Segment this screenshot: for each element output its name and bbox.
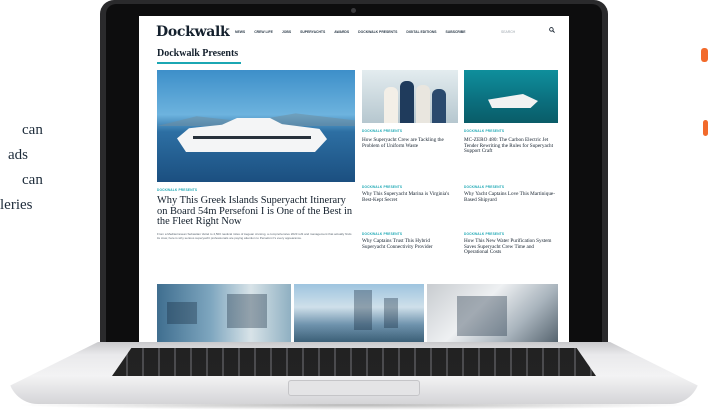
webcam-icon [351, 8, 356, 13]
nav-link-superyachts[interactable]: SUPERYACHTS [300, 30, 325, 34]
yacht-stripe [193, 136, 311, 139]
card-headline[interactable]: MC-ZERO 480: The Carbon Electric Jet Ten… [464, 137, 558, 155]
thumbnail-image[interactable] [157, 284, 291, 342]
card-kicker[interactable]: DOCKWALK PRESENTS [362, 185, 402, 189]
card-kicker[interactable]: DOCKWALK PRESENTS [464, 232, 504, 236]
tender-shape [488, 94, 538, 108]
side-text-line: ads [8, 147, 28, 163]
thumbnail-image[interactable] [294, 284, 424, 342]
person-shape [384, 87, 398, 123]
section-underline [157, 62, 241, 64]
card-image-tender[interactable] [464, 70, 558, 123]
main-nav: NEWS CREW LIFE JOBS SUPERYACHTS AWARDS D… [235, 30, 466, 34]
image-detail [354, 290, 372, 330]
hero-dek: From a Mediterranean Sebastian Vettel to… [157, 232, 352, 241]
card-kicker[interactable]: DOCKWALK PRESENTS [362, 129, 402, 133]
card-headline[interactable]: Why Captains Trust This Hybrid Superyach… [362, 238, 446, 250]
nav-link-digital-editions[interactable]: DIGITAL EDITIONS [406, 30, 436, 34]
nav-link-crew-life[interactable]: CREW LIFE [254, 30, 273, 34]
card-headline[interactable]: Why This Superyacht Marina is Virginia's… [362, 191, 458, 203]
search-icon[interactable] [549, 27, 555, 33]
nav-link-jobs[interactable]: JOBS [282, 30, 291, 34]
card-headline[interactable]: How Superyacht Crew are Tackling the Pro… [362, 137, 452, 149]
nav-link-subscribe[interactable]: SUBSCRIBE [446, 30, 466, 34]
card-kicker[interactable]: DOCKWALK PRESENTS [464, 129, 504, 133]
thumbnail-image[interactable] [427, 284, 558, 342]
laptop-screen: Dockwalk NEWS CREW LIFE JOBS SUPERYACHTS… [139, 16, 569, 342]
person-shape [432, 89, 446, 123]
section-title: Dockwalk Presents [157, 48, 239, 59]
person-shape [400, 81, 414, 123]
orange-decoration [701, 48, 708, 62]
card-headline[interactable]: Why Yacht Captains Love This Martinique-… [464, 191, 556, 203]
image-detail [167, 302, 197, 324]
nav-link-news[interactable]: NEWS [235, 30, 245, 34]
card-kicker[interactable]: DOCKWALK PRESENTS [362, 232, 402, 236]
laptop-keyboard [112, 348, 596, 376]
nav-link-dockwalk-presents[interactable]: DOCKWALK PRESENTS [358, 30, 397, 34]
card-kicker[interactable]: DOCKWALK PRESENTS [464, 185, 504, 189]
partial-side-text: can ads can leries [0, 118, 43, 218]
nav-link-awards[interactable]: AWARDS [334, 30, 349, 34]
image-detail [227, 294, 267, 328]
card-headline[interactable]: How This New Water Purification System S… [464, 238, 558, 256]
side-text-line: can [22, 122, 43, 138]
side-text-line: can [22, 172, 43, 188]
hero-headline[interactable]: Why This Greek Islands Superyacht Itiner… [157, 195, 357, 228]
image-detail [384, 298, 398, 328]
orange-decoration [703, 120, 708, 136]
side-text-line: leries [0, 197, 33, 213]
site-logo[interactable]: Dockwalk [156, 24, 230, 40]
person-shape [416, 85, 430, 123]
site-header: Dockwalk NEWS CREW LIFE JOBS SUPERYACHTS… [139, 16, 569, 46]
laptop-trackpad [288, 380, 420, 396]
image-detail [457, 296, 507, 336]
hero-kicker[interactable]: DOCKWALK PRESENTS [157, 188, 197, 192]
search-input[interactable]: SEARCH [501, 30, 515, 34]
hero-image-yacht[interactable] [157, 70, 355, 182]
card-image-crew[interactable] [362, 70, 458, 123]
